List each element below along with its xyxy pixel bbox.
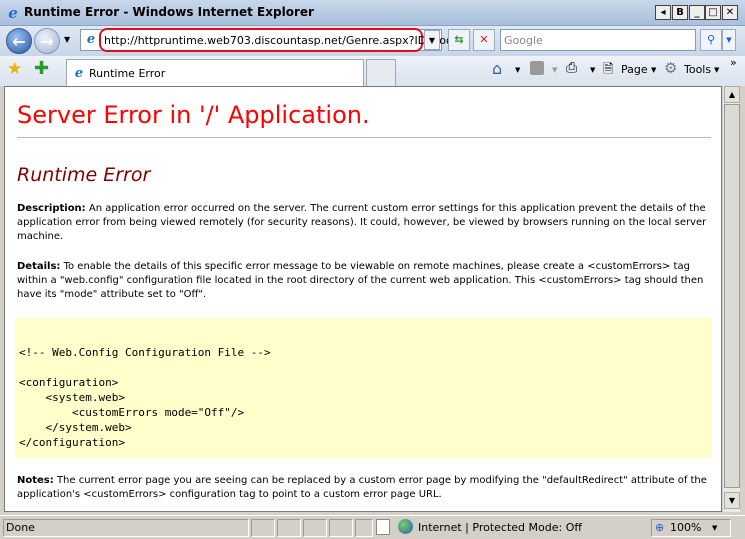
address-dropdown-button[interactable]: ▼ — [424, 30, 440, 50]
search-input[interactable]: Google — [500, 29, 696, 51]
notes-text: The current error page you are seeing ca… — [17, 475, 707, 500]
scroll-down-arrow-icon[interactable]: ▼ — [724, 492, 740, 509]
refresh-button[interactable]: ⇆ — [448, 29, 470, 51]
details: Details: To enable the details of this s… — [17, 260, 711, 302]
details-label: Details: — [17, 261, 61, 272]
stop-button[interactable]: ✕ — [473, 29, 495, 51]
home-dropdown-icon[interactable]: ▼ — [515, 66, 520, 74]
status-text: Done — [6, 521, 35, 534]
tools-menu[interactable]: Tools — [684, 63, 711, 76]
page-icon-menu[interactable]: 🗎 — [603, 60, 613, 82]
url-input[interactable]: http://httpruntime.web703.discountasp.ne… — [104, 34, 453, 47]
minimize-button[interactable]: _ — [689, 5, 705, 20]
page-menu[interactable]: Page — [621, 63, 648, 76]
search-button[interactable]: ⚲ — [700, 29, 722, 51]
zoom-icon: ⊕ — [655, 521, 665, 534]
ie-logo-icon: e — [8, 4, 18, 22]
command-bar: ★ ✚ e Runtime Error ⌂ ▼ ▼ ⎙ ▼ 🗎 Page ▼ ⚙… — [0, 56, 745, 86]
scroll-thumb[interactable] — [724, 104, 740, 488]
status-panel — [251, 519, 275, 537]
zoom-level[interactable]: 100% — [670, 521, 701, 534]
tab-ie-icon: e — [74, 66, 84, 81]
print-icon[interactable]: ⎙ — [566, 60, 577, 76]
restore-pane-icon[interactable]: ◂ — [655, 5, 671, 20]
tab-runtime-error[interactable]: e Runtime Error — [66, 59, 364, 86]
zoom-dropdown-icon[interactable]: ▼ — [712, 524, 717, 532]
title-bar: e Runtime Error - Windows Internet Explo… — [0, 0, 745, 26]
home-icon[interactable]: ⌂ — [492, 59, 502, 78]
forward-button[interactable]: → — [34, 28, 60, 54]
page-icon: e — [86, 32, 96, 47]
zone-status[interactable]: Internet | Protected Mode: Off — [418, 521, 582, 534]
page-content: Server Error in '/' Application. Runtime… — [4, 86, 722, 512]
chevron-more-icon[interactable]: » — [730, 56, 737, 69]
feeds-icon[interactable] — [530, 61, 544, 75]
search-options-icon[interactable]: ▼ — [722, 29, 736, 51]
status-panel — [355, 519, 373, 537]
description-label: Description: — [17, 203, 86, 214]
error-title: Runtime Error — [17, 164, 151, 186]
feeds-dropdown-icon[interactable]: ▼ — [552, 66, 557, 74]
back-button[interactable]: ← — [6, 28, 32, 54]
address-bar[interactable]: e http://httpruntime.web703.discountasp.… — [80, 28, 453, 52]
scroll-up-arrow-icon[interactable]: ▲ — [724, 86, 740, 103]
status-panel — [303, 519, 327, 537]
navigation-bar: ← → ▼ e http://httpruntime.web703.discou… — [0, 26, 745, 56]
popup-blocker-icon[interactable] — [376, 519, 390, 535]
config-code-block: <!-- Web.Config Configuration File --> <… — [15, 318, 711, 458]
add-favorites-icon[interactable]: ✚ — [34, 58, 49, 79]
details-text: To enable the details of this specific e… — [17, 261, 704, 300]
status-bar: Done Internet | Protected Mode: Off ⊕ 10… — [0, 515, 745, 539]
new-tab-button[interactable] — [366, 59, 396, 86]
description-text: An application error occurred on the ser… — [17, 203, 707, 242]
notes-label: Notes: — [17, 475, 54, 486]
print-dropdown-icon[interactable]: ▼ — [590, 66, 595, 74]
status-panel — [277, 519, 301, 537]
window-menu-icon[interactable]: B — [672, 5, 688, 20]
history-dropdown-icon[interactable]: ▼ — [64, 35, 70, 44]
page-dropdown-icon[interactable]: ▼ — [651, 66, 656, 74]
page-title: Server Error in '/' Application. — [17, 101, 711, 138]
status-panel — [329, 519, 353, 537]
vertical-scrollbar[interactable]: ▲ ▼ — [722, 86, 740, 512]
notes: Notes: The current error page you are se… — [17, 474, 711, 502]
favorites-star-icon[interactable]: ★ — [7, 59, 22, 79]
status-text-panel — [3, 519, 249, 537]
globe-icon — [398, 519, 413, 534]
tools-dropdown-icon[interactable]: ▼ — [714, 66, 719, 74]
close-button[interactable]: ✕ — [722, 5, 738, 20]
window-title: Runtime Error - Windows Internet Explore… — [24, 5, 314, 19]
description: Description: An application error occurr… — [17, 202, 711, 244]
maximize-button[interactable]: □ — [705, 5, 721, 20]
gear-icon[interactable]: ⚙ — [664, 59, 677, 77]
tab-label: Runtime Error — [89, 67, 166, 80]
